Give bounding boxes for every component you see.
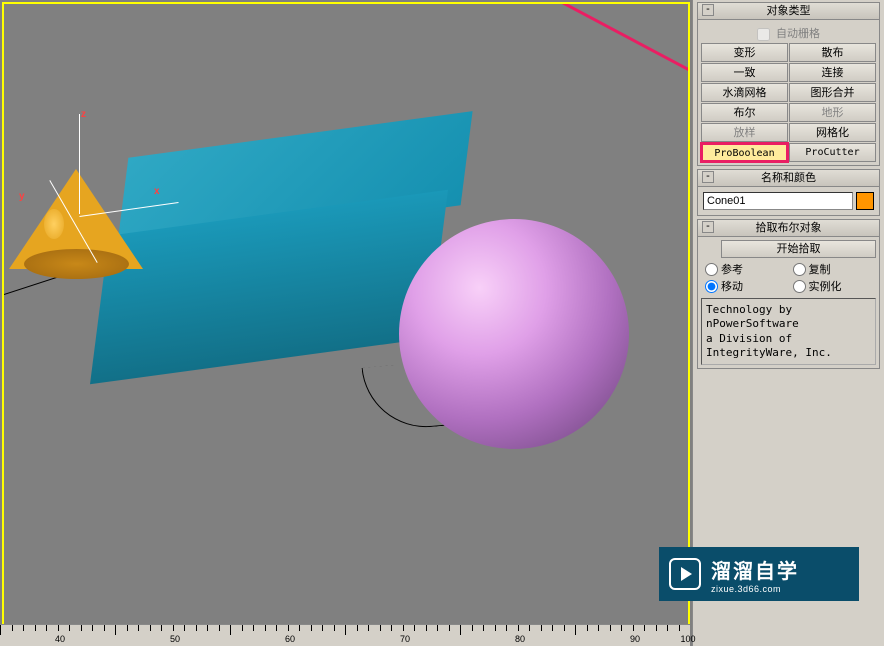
pick-radio[interactable] (705, 280, 718, 293)
pick-option-label: 实例化 (809, 278, 842, 294)
布尔-button[interactable]: 布尔 (701, 103, 788, 122)
pick-radio[interactable] (793, 263, 806, 276)
auto-grid-checkbox[interactable] (757, 28, 770, 41)
object-name-input[interactable] (703, 192, 853, 210)
annotation-arrow (424, 12, 690, 167)
collapse-icon[interactable]: - (702, 221, 714, 233)
cone-object[interactable] (9, 159, 144, 279)
地形-button: 地形 (789, 103, 876, 122)
pick-boolean-rollout: - 拾取布尔对象 开始拾取 参考 复制移动 实例化 Technology bynPo… (697, 219, 880, 369)
ruler-label: 100 (680, 634, 695, 644)
play-icon (669, 558, 701, 590)
rollout-title: 拾取布尔对象 (756, 222, 822, 234)
start-pick-button[interactable]: 开始拾取 (721, 240, 876, 258)
pick-option[interactable]: 移动 (705, 278, 785, 294)
scene-3d: x y z (4, 4, 688, 605)
collapse-icon[interactable]: - (702, 171, 714, 183)
pick-radio[interactable] (793, 280, 806, 293)
viewport[interactable]: x y z ◂▸ (2, 2, 690, 644)
pick-option[interactable]: 实例化 (793, 278, 873, 294)
ruler-label: 50 (170, 634, 180, 644)
水滴网格-button[interactable]: 水滴网格 (701, 83, 788, 102)
ruler-label: 60 (285, 634, 295, 644)
网格化-button[interactable]: 网格化 (789, 123, 876, 142)
gizmo-z-label: z (81, 109, 86, 120)
pick-radio[interactable] (705, 263, 718, 276)
time-ruler[interactable]: 405060708090100 (0, 624, 690, 646)
pick-option-label: 复制 (809, 261, 831, 277)
object-type-rollout: - 对象类型 自动栅格 变形散布一致连接水滴网格图形合并布尔地形放样网格化Pro… (697, 2, 880, 166)
watermark: 溜溜自学 zixue.3d66.com (659, 547, 859, 601)
变形-button[interactable]: 变形 (701, 43, 788, 62)
ruler-label: 40 (55, 634, 65, 644)
连接-button[interactable]: 连接 (789, 63, 876, 82)
pick-option-label: 参考 (721, 261, 743, 277)
procutter-button[interactable]: ProCutter (789, 143, 876, 162)
pick-option[interactable]: 参考 (705, 261, 785, 277)
proboolean-button[interactable]: ProBoolean (701, 143, 788, 162)
rollout-header[interactable]: - 拾取布尔对象 (698, 220, 879, 237)
pick-option-label: 移动 (721, 278, 743, 294)
图形合并-button[interactable]: 图形合并 (789, 83, 876, 102)
object-color-swatch[interactable] (856, 192, 874, 210)
technology-credit: Technology bynPowerSoftwarea Division of… (701, 298, 876, 365)
auto-grid-label: 自动栅格 (776, 28, 820, 40)
watermark-title: 溜溜自学 (711, 555, 799, 584)
ruler-label: 70 (400, 634, 410, 644)
rollout-title: 名称和颜色 (761, 172, 816, 184)
一致-button[interactable]: 一致 (701, 63, 788, 82)
name-color-rollout: - 名称和颜色 (697, 169, 880, 216)
watermark-url: zixue.3d66.com (711, 584, 799, 594)
ruler-label: 80 (515, 634, 525, 644)
pick-option[interactable]: 复制 (793, 261, 873, 277)
放样-button: 放样 (701, 123, 788, 142)
rollout-title: 对象类型 (767, 5, 811, 17)
ruler-label: 90 (630, 634, 640, 644)
rollout-header[interactable]: - 名称和颜色 (698, 170, 879, 187)
sphere-object[interactable] (399, 219, 629, 449)
collapse-icon[interactable]: - (702, 4, 714, 16)
散布-button[interactable]: 散布 (789, 43, 876, 62)
auto-grid-row: 自动栅格 (701, 23, 876, 43)
rollout-header[interactable]: - 对象类型 (698, 3, 879, 20)
